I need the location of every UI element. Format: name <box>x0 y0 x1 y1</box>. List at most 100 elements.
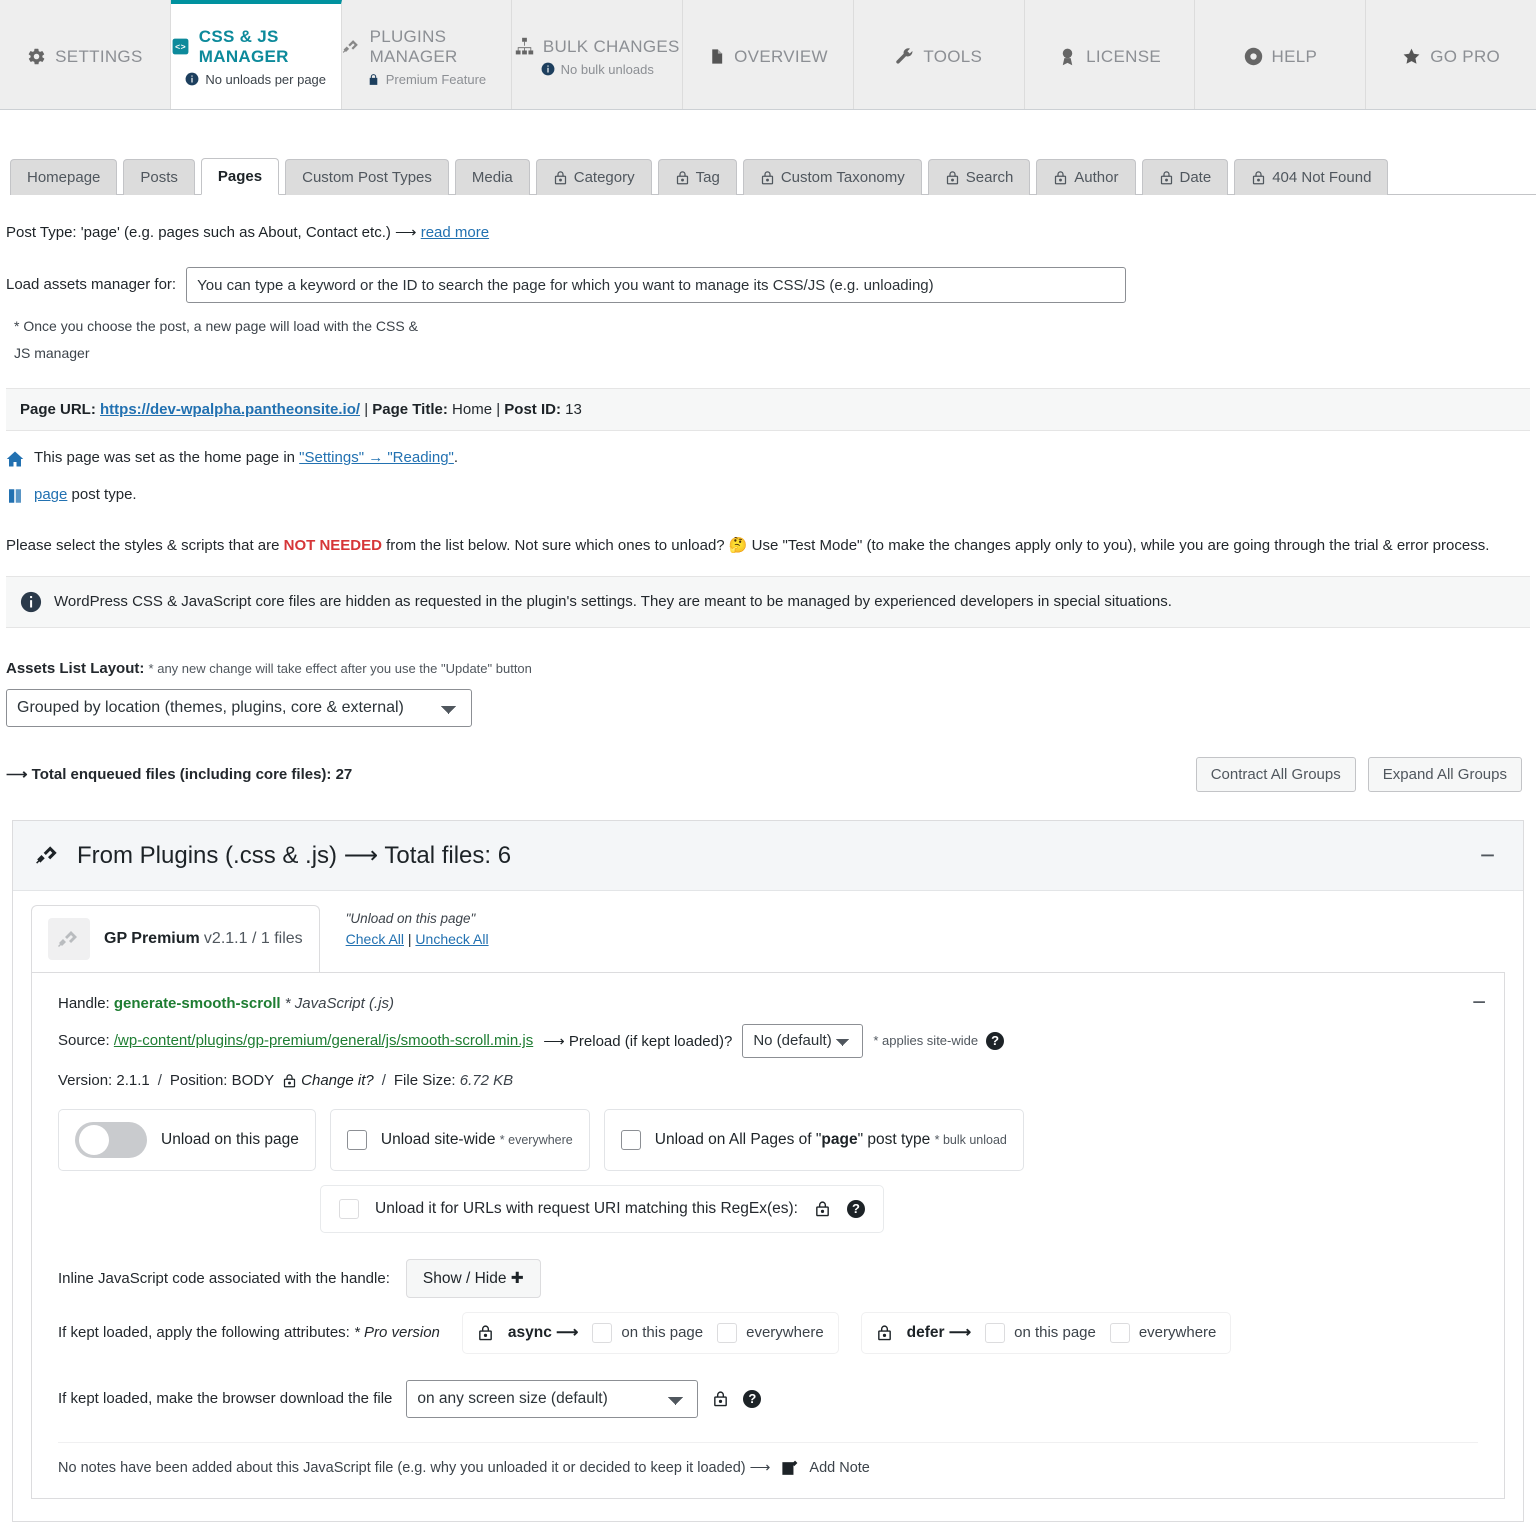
attributes-label-text: If kept loaded, apply the following attr… <box>58 1324 350 1342</box>
unload-sitewide-checkbox[interactable] <box>346 1129 367 1150</box>
handle-name: generate-smooth-scroll <box>113 994 281 1012</box>
plugin-tab-row: GP Premium v2.1.1 / 1 files "Unload on t… <box>13 890 1523 972</box>
post-type-description: Post Type: 'page' (e.g. pages such as Ab… <box>6 223 1530 241</box>
read-more-link[interactable]: read more <box>421 224 489 241</box>
async-this-page-option[interactable]: on this page <box>592 1322 703 1343</box>
subtab-custom-post-types[interactable]: Custom Post Types <box>285 159 449 195</box>
subtab-posts[interactable]: Posts <box>123 159 195 195</box>
async-everywhere-option[interactable]: everywhere <box>717 1322 824 1343</box>
settings-reading-link[interactable]: "Settings" → "Reading" <box>299 449 454 466</box>
separator-2: | <box>492 401 505 419</box>
nav-tab-bulk-changes[interactable]: BULK CHANGES No bulk unloads <box>512 0 684 109</box>
subtab-label: Date <box>1179 169 1212 186</box>
plugin-tab-gp-premium[interactable]: GP Premium v2.1.1 / 1 files <box>31 904 320 972</box>
unload-all-pages-checkbox[interactable] <box>620 1129 641 1150</box>
asset-collapse-button[interactable]: − <box>1472 990 1486 1015</box>
plugin-meta: v2.1.1 / 1 files <box>203 929 303 947</box>
nav-tab-label: TOOLS <box>923 46 983 66</box>
check-all-link[interactable]: Check All <box>346 931 404 947</box>
help-icon[interactable]: ? <box>846 1199 865 1218</box>
unload-all-pages-pill[interactable]: Unload on All Pages of "page" post type … <box>603 1108 1024 1171</box>
nav-tab-overview[interactable]: OVERVIEW <box>683 0 854 109</box>
show-hide-inline-button[interactable]: Show / Hide ✚ <box>405 1258 541 1298</box>
nav-tab-settings[interactable]: SETTINGS <box>0 0 171 109</box>
download-row: If kept loaded, make the browser downloa… <box>58 1379 1478 1418</box>
core-files-notice: WordPress CSS & JavaScript core files ar… <box>6 575 1530 628</box>
award-icon <box>1058 47 1077 66</box>
async-this-page-checkbox[interactable] <box>592 1322 613 1343</box>
subtab-label: Author <box>1074 169 1119 186</box>
handle-label: Handle: <box>58 994 110 1012</box>
change-position-link[interactable]: Change it? <box>301 1072 374 1089</box>
assets-layout-select[interactable]: Grouped by location (themes, plugins, co… <box>6 688 472 727</box>
unload-this-page-toggle[interactable] <box>75 1121 147 1158</box>
subtab-label: Posts <box>140 169 178 186</box>
nav-tab-tools[interactable]: TOOLS <box>853 0 1025 109</box>
expand-all-groups-button[interactable]: Expand All Groups <box>1367 756 1522 792</box>
lock-icon <box>876 1323 893 1342</box>
version-label: Version: <box>58 1071 113 1089</box>
subtab-label: Category <box>573 169 635 186</box>
lifebuoy-icon <box>1244 47 1263 66</box>
nav-tab-help[interactable]: HELP <box>1195 0 1367 109</box>
page-url-link[interactable]: https://dev-wpalpha.pantheonsite.io/ <box>100 401 360 418</box>
group-collapse-button[interactable]: − <box>1474 842 1501 868</box>
subtab-media[interactable]: Media <box>454 159 530 195</box>
not-needed-suffix: from the list below. Not sure which ones… <box>381 537 1490 555</box>
subtab-category[interactable]: Category <box>535 159 652 195</box>
nav-tab-license[interactable]: LICENSE <box>1024 0 1196 109</box>
async-label: async ⟶ <box>507 1324 579 1342</box>
subtab-date[interactable]: Date <box>1141 159 1229 195</box>
subtab-label: Media <box>471 169 513 186</box>
subtab-404-not-found[interactable]: 404 Not Found <box>1234 159 1389 195</box>
check-links-divider: | <box>404 930 416 947</box>
defer-this-page-checkbox[interactable] <box>985 1322 1006 1343</box>
help-icon[interactable]: ? <box>743 1389 762 1408</box>
nav-tab-sublabel: No unloads per page <box>205 71 327 87</box>
total-enqueued-files: ⟶ Total enqueued files (including core f… <box>6 766 353 784</box>
post-type-link[interactable]: page <box>34 486 67 503</box>
subtab-label: 404 Not Found <box>1272 169 1372 186</box>
uncheck-all-link[interactable]: Uncheck All <box>415 931 488 947</box>
defer-everywhere-option[interactable]: everywhere <box>1109 1322 1216 1343</box>
nav-tab-css-js-manager[interactable]: <> CSS & JS MANAGER No unloads per page <box>170 0 342 109</box>
async-everywhere-checkbox[interactable] <box>717 1322 738 1343</box>
subtab-label: Tag <box>695 169 720 186</box>
asset-version-row: Version: 2.1.1 / Position: BODY Change i… <box>58 1071 514 1089</box>
subtab-custom-taxonomy[interactable]: Custom Taxonomy <box>742 159 922 195</box>
subtab-homepage[interactable]: Homepage <box>10 159 118 195</box>
unload-sitewide-note: * everywhere <box>499 1132 573 1147</box>
subtab-search[interactable]: Search <box>927 159 1031 195</box>
regex-checkbox[interactable] <box>339 1198 359 1219</box>
add-note-button[interactable]: Add Note <box>809 1460 869 1476</box>
unload-sitewide-pill[interactable]: Unload site-wide * everywhere <box>329 1108 590 1171</box>
star-icon <box>1402 47 1421 66</box>
search-input[interactable] <box>186 267 1127 303</box>
unload-this-page-pill[interactable]: Unload on this page <box>58 1108 316 1171</box>
home-notice-suffix: . <box>453 449 459 467</box>
source-path-link[interactable]: /wp-content/plugins/gp-premium/general/j… <box>114 1032 533 1049</box>
home-notice-prefix: This page was set as the home page in <box>34 449 300 467</box>
nav-tab-label: OVERVIEW <box>734 46 828 66</box>
subtab-tag[interactable]: Tag <box>657 159 737 195</box>
preload-select[interactable]: No (default) <box>742 1023 864 1058</box>
help-icon[interactable]: ? <box>986 1031 1005 1050</box>
plug-icon <box>35 842 61 868</box>
sitemap-icon <box>515 37 534 56</box>
regex-pill[interactable]: Unload it for URLs with request URI matc… <box>320 1184 884 1233</box>
download-screen-size-select[interactable]: on any screen size (default) <box>406 1379 699 1418</box>
subtab-pages[interactable]: Pages <box>200 158 280 195</box>
defer-everywhere-checkbox[interactable] <box>1109 1322 1130 1343</box>
totals-row: ⟶ Total enqueued files (including core f… <box>6 756 1530 792</box>
subtab-label: Search <box>965 169 1014 186</box>
nav-tab-go-pro[interactable]: GO PRO <box>1366 0 1536 109</box>
defer-this-page-option[interactable]: on this page <box>985 1322 1096 1343</box>
assets-layout-hint: * any new change will take effect after … <box>148 660 532 676</box>
post-type-text: Post Type: 'page' (e.g. pages such as Ab… <box>6 224 421 241</box>
subtab-author[interactable]: Author <box>1036 159 1136 195</box>
source-label: Source: <box>58 1032 110 1050</box>
nav-tab-plugins-manager[interactable]: PLUGINS MANAGER Premium Feature <box>341 0 513 109</box>
home-icon <box>6 450 24 468</box>
lock-icon <box>712 1389 729 1408</box>
contract-all-groups-button[interactable]: Contract All Groups <box>1195 756 1356 792</box>
